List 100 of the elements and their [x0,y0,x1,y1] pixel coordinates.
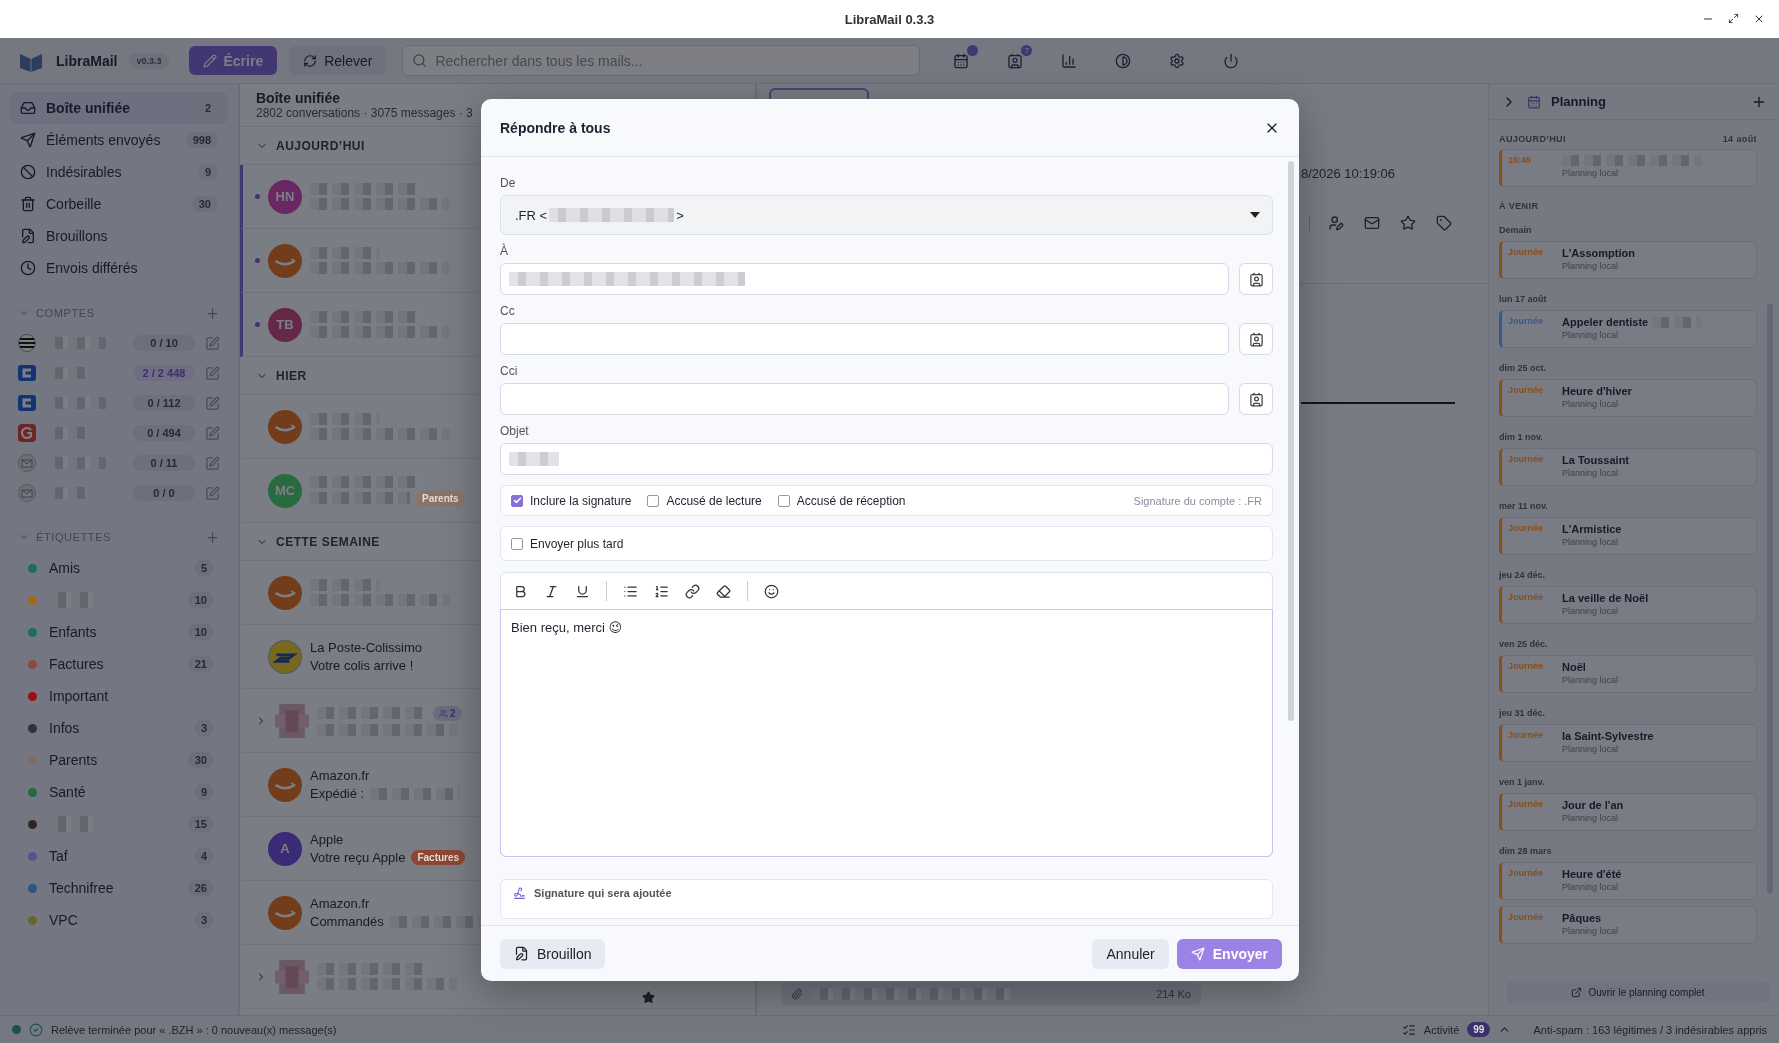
group-title: CETTE SEMAINE [276,534,380,549]
day-label: dim 25 oct. [1499,363,1547,373]
count-badge: 5 [193,560,214,576]
count-badge: 998 [185,132,218,148]
field-label: De [500,176,516,190]
day-label: dim 28 mars [1499,846,1553,856]
day-label: ven 1 janv. [1499,777,1546,787]
count-badge: 3 [193,912,214,928]
sender-name: Amazon.fr [310,896,370,911]
count-badge: 15 [187,816,214,832]
sender-prefix: .FR < [515,207,548,223]
today-date: 14 août [1722,134,1757,144]
mail-subject: Expédié : [310,786,365,801]
panel-title: Planning [1551,94,1607,109]
day-label: dim 1 nov. [1499,432,1544,442]
event-title: La veille de Noël [1562,592,1649,604]
antispam-summary: Anti-spam : 163 légitimes / 3 indésirables appris [1533,1023,1767,1036]
day-label: jeu 24 déc. [1499,570,1547,580]
checkbox-label: Accusé de réception [796,493,906,508]
event-time: Journée [1508,912,1544,924]
folder-label: Corbeille [46,196,103,212]
attachment-size: 214 Ko [1156,988,1191,1000]
field-label: Cci [500,364,518,378]
section-title: AUJOURD’HUI [1499,134,1566,144]
day-label: jeu 31 déc. [1499,708,1547,718]
folder-label: Éléments envoyés [46,132,162,148]
event-time: Journée [1508,247,1544,259]
event-title: Pâques [1562,912,1602,924]
count-badge: 30 [191,196,218,212]
folder-label: Indésirables [46,164,123,180]
event-time: Journée [1508,730,1544,742]
label-name: Enfants [49,624,97,640]
count-badge: 26 [187,880,214,896]
event-time: Journée [1508,385,1544,397]
app-name: LibraMail [56,52,118,69]
dialog-title: Répondre à tous [500,119,611,136]
mail-subject: Votre colis arrive ! [310,658,414,673]
count-badge: 0 / 10 [133,335,195,351]
sender-name: Amazon.fr [310,768,370,783]
field-label: À [500,244,508,258]
count-badge: 0 / 112 [133,395,195,411]
list-title: Boîte unifiée [256,90,341,106]
count-badge: 0 / 494 [133,425,195,441]
label-name: VPC [49,912,78,928]
count-text: 2 [450,707,456,719]
count-badge: 10 [187,592,214,608]
sender-suffix: > [676,207,684,223]
count-badge: 10 [187,624,214,640]
count-badge: 4 [193,848,214,864]
label-name: Taf [49,848,68,864]
label-name: Technifree [49,880,114,896]
count-badge: 9 [197,164,218,180]
label-name: Infos [49,720,80,736]
event-title: Heure d'été [1562,868,1622,880]
label-name: Parents [49,752,98,768]
count-badge: 2 [197,100,218,116]
status-message: Relève terminée pour « .BZH » : 0 nouveau(x) message(s) [51,1023,338,1036]
checkbox-label: Accusé de lecture [666,493,762,508]
count-badge: 0 / 0 [133,485,195,501]
count-badge: 99 [1467,1022,1491,1037]
section-title: À VENIR [1499,201,1539,211]
folder-label: Brouillons [46,228,109,244]
avatar: HN [268,179,302,214]
event-time: Journée [1508,868,1544,880]
tag-chip: Factures [411,850,466,865]
event-title: la Saint-Sylvestre [1562,730,1654,742]
group-title: HIER [276,368,307,383]
avatar: TB [268,307,302,342]
event-title: Appeler dentiste [1562,316,1649,328]
event-time: Journée [1508,661,1544,673]
day-label: ven 25 déc. [1499,639,1549,649]
label-name: Amis [49,560,81,576]
signature-note: Signature du compte : .FR [1133,494,1262,507]
count-badge: 9 [193,784,214,800]
event-title: La Toussaint [1562,454,1630,466]
day-label: mer 11 nov. [1499,501,1549,511]
mail-subject: Votre reçu Apple [310,850,406,865]
folder-label: Envois différés [46,260,139,276]
count-badge: 3 [193,720,214,736]
event-title: L'Assomption [1562,247,1635,259]
folder-label: Boîte unifiée [46,100,131,116]
event-time: Journée [1508,799,1544,811]
avatar: MC [268,473,302,508]
window-title: LibraMail 0.3.3 [844,11,935,27]
count-badge: 30 [187,752,214,768]
day-label: Demain [1499,225,1533,235]
label-name: Important [49,688,109,704]
event-time: 15:45 [1508,155,1533,167]
event-time: Journée [1508,523,1544,535]
avatar: A [268,831,302,866]
event-time: Journée [1508,454,1544,466]
field-label: Cc [500,304,515,318]
version-badge: v0.3.3 [129,52,169,69]
event-title: Heure d'hiver [1562,385,1632,397]
event-time: Journée [1508,592,1544,604]
list-summary: 2802 conversations · 3075 messages · 3 [256,106,474,120]
mail-subject: Commandés [310,914,384,929]
event-title: L'Armistice [1562,523,1622,535]
signature-heading: Signature qui sera ajoutée [534,887,672,899]
tag-chip: Parents [416,490,465,506]
